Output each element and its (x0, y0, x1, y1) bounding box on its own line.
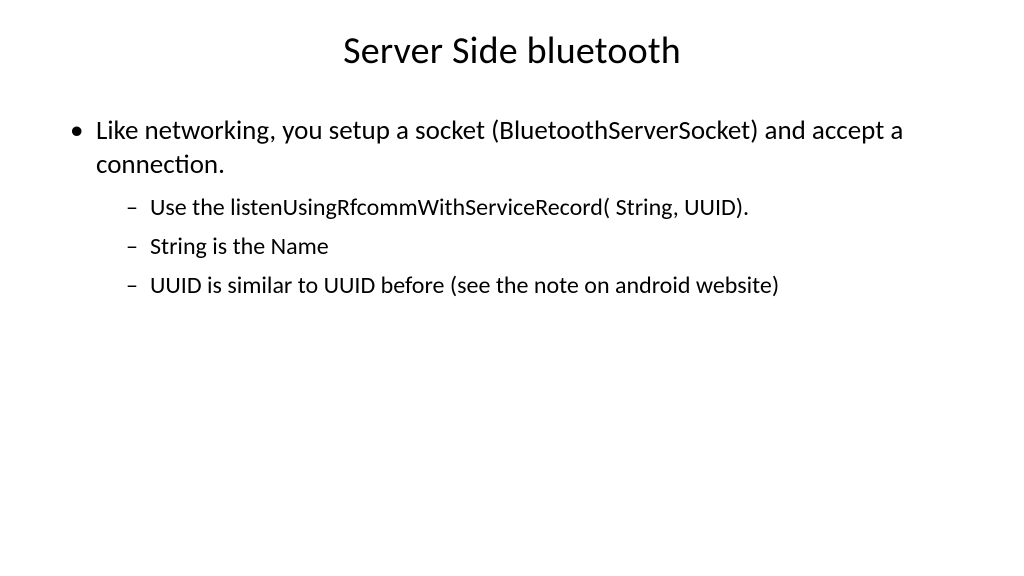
sub-bullet-item: String is the Name (126, 231, 976, 262)
bullet-list: Like networking, you setup a socket (Blu… (48, 114, 976, 301)
sub-bullet-item: UUID is similar to UUID before (see the … (126, 270, 976, 301)
sub-bullet-list: Use the listenUsingRfcommWithServiceReco… (96, 192, 976, 302)
sub-bullet-text: String is the Name (150, 232, 329, 261)
bullet-item: Like networking, you setup a socket (Blu… (68, 114, 976, 301)
sub-bullet-text: Use the listenUsingRfcommWithServiceReco… (150, 193, 749, 222)
sub-bullet-text: UUID is similar to UUID before (see the … (150, 271, 779, 300)
sub-bullet-item: Use the listenUsingRfcommWithServiceReco… (126, 192, 976, 223)
slide-title: Server Side bluetooth (48, 28, 976, 74)
bullet-text: Like networking, you setup a socket (Blu… (96, 114, 903, 181)
